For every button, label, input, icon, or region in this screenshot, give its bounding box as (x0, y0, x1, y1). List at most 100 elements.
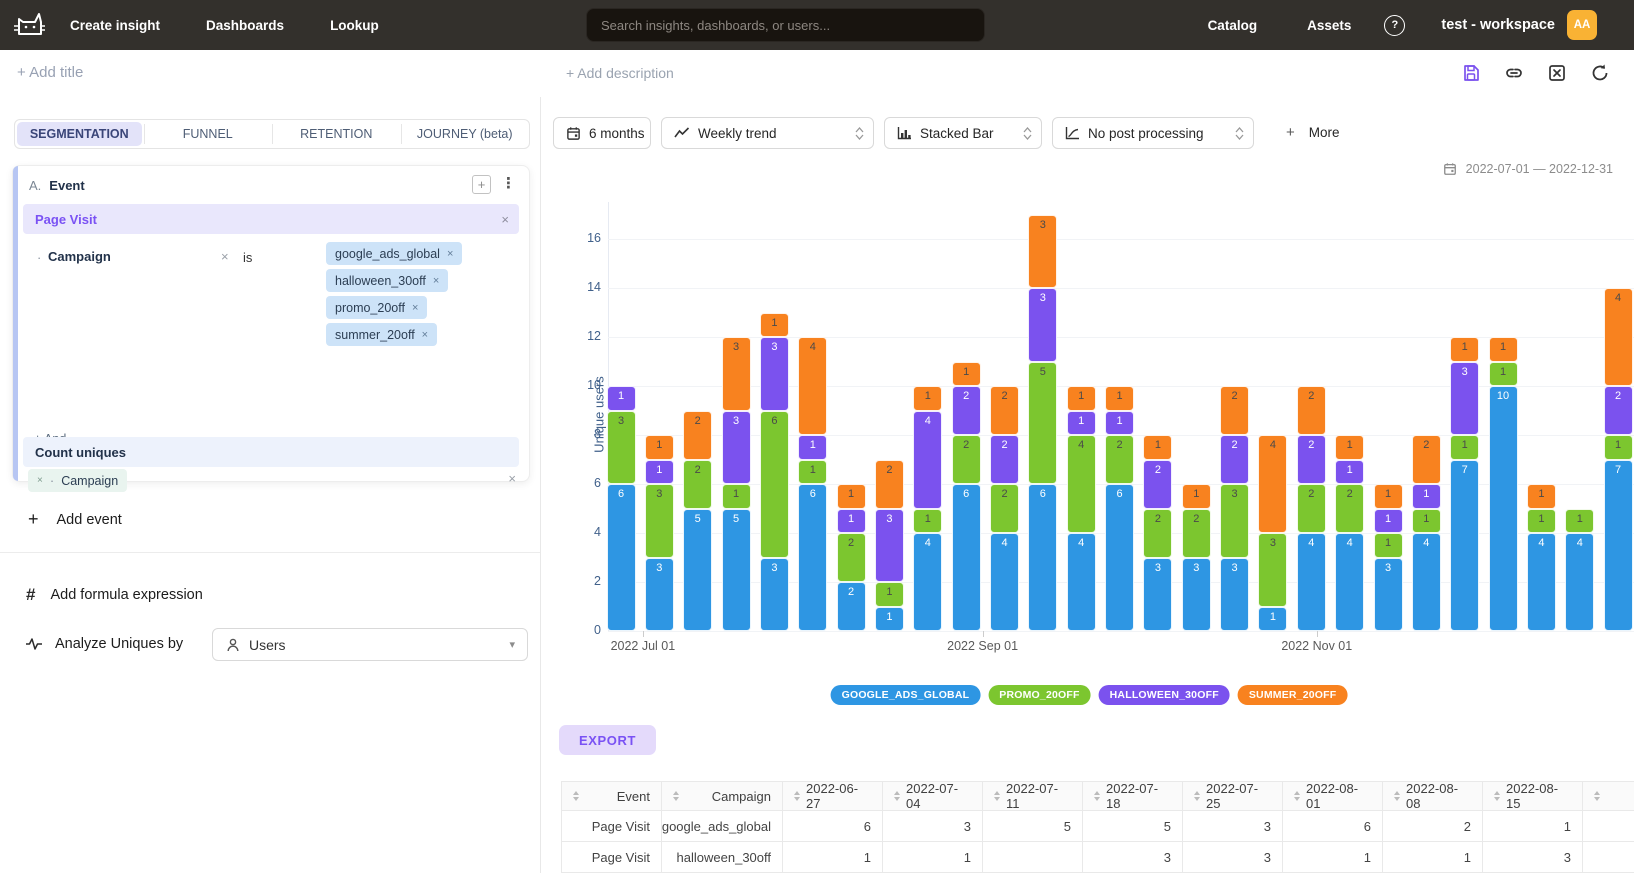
nav-link-catalog[interactable]: Catalog (1208, 18, 1258, 33)
app-logo-cat-icon[interactable] (12, 10, 46, 40)
help-icon[interactable]: ? (1384, 15, 1405, 36)
tab-retention[interactable]: RETENTION (274, 122, 399, 146)
avatar[interactable]: AA (1567, 10, 1597, 40)
bar-segment-promo_20off[interactable]: 2 (1143, 509, 1172, 558)
bar-segment-google_ads_global[interactable]: 4 (1335, 533, 1364, 631)
bar-segment-summer_20off[interactable]: 1 (1067, 386, 1096, 411)
table-header-cell[interactable]: 2022-07-18 (1083, 782, 1183, 811)
add-formula-button[interactable]: # Add formula expression (26, 585, 203, 605)
bar-segment-promo_20off[interactable]: 1 (798, 460, 827, 485)
analyze-by-select[interactable]: Users ▾ (212, 628, 528, 661)
bar-segment-summer_20off[interactable]: 1 (1143, 435, 1172, 460)
bar-segment-halloween_30off[interactable]: 2 (952, 386, 981, 435)
nav-link-create-insight[interactable]: Create insight (70, 18, 160, 33)
filter-value-chip[interactable]: summer_20off× (326, 323, 437, 346)
table-header-cell[interactable]: 2022-08-08 (1383, 782, 1483, 811)
filter-value-chip[interactable]: promo_20off× (326, 296, 427, 319)
table-header-cell[interactable]: Event (562, 782, 662, 811)
bar-segment-summer_20off[interactable]: 1 (837, 484, 866, 509)
nav-link-dashboards[interactable]: Dashboards (206, 18, 284, 33)
bar-segment-summer_20off[interactable]: 1 (913, 386, 942, 411)
bar-segment-promo_20off[interactable]: 1 (913, 509, 942, 534)
bar-segment-halloween_30off[interactable]: 1 (1105, 411, 1134, 436)
nav-link-lookup[interactable]: Lookup (330, 18, 379, 33)
bar-segment-promo_20off[interactable]: 2 (1335, 484, 1364, 533)
bar-segment-promo_20off[interactable]: 6 (760, 411, 789, 558)
event-selector[interactable]: Page Visit × (23, 204, 519, 234)
bar-segment-google_ads_global[interactable]: 4 (913, 533, 942, 631)
table-header-cell[interactable]: 2022-08-15 (1483, 782, 1583, 811)
bar-segment-google_ads_global[interactable]: 1 (875, 607, 904, 632)
bar-segment-summer_20off[interactable]: 4 (798, 337, 827, 435)
timeframe-button[interactable]: 6 months (553, 117, 651, 149)
bar-segment-google_ads_global[interactable]: 4 (1565, 533, 1594, 631)
bar-segment-promo_20off[interactable]: 2 (1105, 435, 1134, 484)
bar-segment-promo_20off[interactable]: 2 (683, 460, 712, 509)
trend-select[interactable]: Weekly trend (661, 117, 874, 149)
bar-segment-google_ads_global[interactable]: 3 (1374, 558, 1403, 632)
bar-segment-summer_20off[interactable]: 4 (1604, 288, 1633, 386)
bar-segment-halloween_30off[interactable]: 3 (1028, 288, 1057, 362)
remove-value-icon[interactable]: × (412, 302, 418, 314)
bar-segment-google_ads_global[interactable]: 4 (1297, 533, 1326, 631)
bar-segment-halloween_30off[interactable]: 1 (1067, 411, 1096, 436)
bar-segment-halloween_30off[interactable]: 4 (913, 411, 942, 509)
bar-segment-halloween_30off[interactable]: 3 (722, 411, 751, 485)
bar-segment-promo_20off[interactable]: 3 (607, 411, 636, 485)
clear-insight-icon[interactable] (1547, 63, 1567, 83)
filter-property[interactable]: Campaign (48, 249, 111, 264)
remove-value-icon[interactable]: × (433, 275, 439, 287)
bar-segment-halloween_30off[interactable]: 1 (607, 386, 636, 411)
bar-segment-summer_20off[interactable]: 1 (1489, 337, 1518, 362)
bar-segment-promo_20off[interactable]: 1 (1450, 435, 1479, 460)
bar-segment-google_ads_global[interactable]: 6 (607, 484, 636, 631)
bar-segment-summer_20off[interactable]: 1 (1527, 484, 1556, 509)
nav-link-assets[interactable]: Assets (1307, 18, 1351, 33)
tab-funnel[interactable]: FUNNEL (146, 122, 271, 146)
table-header-cell[interactable]: 2022-07-04 (883, 782, 983, 811)
metric-selector[interactable]: Count uniques (23, 437, 519, 467)
bar-segment-summer_20off[interactable]: 4 (1258, 435, 1287, 533)
bar-segment-summer_20off[interactable]: 2 (683, 411, 712, 460)
filter-value-chip[interactable]: halloween_30off× (326, 269, 448, 292)
legend-item-google_ads_global[interactable]: GOOGLE_ADS_GLOBAL (831, 685, 981, 705)
filter-value-chip[interactable]: google_ads_global× (326, 242, 462, 265)
bar-segment-summer_20off[interactable]: 2 (875, 460, 904, 509)
bar-segment-google_ads_global[interactable]: 3 (1182, 558, 1211, 632)
add-event-button[interactable]: + Add event (28, 509, 122, 530)
table-header-cell[interactable]: 202 (1583, 782, 1634, 811)
bar-segment-summer_20off[interactable]: 1 (1105, 386, 1134, 411)
remove-filter-icon[interactable]: × (221, 249, 229, 264)
bar-segment-halloween_30off[interactable]: 2 (1604, 386, 1633, 435)
legend-item-halloween_30off[interactable]: HALLOWEEN_30OFF (1099, 685, 1230, 705)
bar-segment-summer_20off[interactable]: 1 (952, 362, 981, 387)
bar-segment-halloween_30off[interactable]: 2 (990, 435, 1019, 484)
bar-segment-google_ads_global[interactable]: 5 (722, 509, 751, 632)
more-button[interactable]: + More (1286, 124, 1340, 141)
bar-segment-summer_20off[interactable]: 1 (1450, 337, 1479, 362)
bar-segment-promo_20off[interactable]: 2 (837, 533, 866, 582)
filter-operator[interactable]: is (243, 250, 252, 265)
bar-segment-halloween_30off[interactable]: 2 (1143, 460, 1172, 509)
breakdown-chip[interactable]: × · Campaign (28, 469, 127, 492)
bar-segment-promo_20off[interactable]: 1 (1565, 509, 1594, 534)
bar-segment-promo_20off[interactable]: 3 (645, 484, 674, 558)
remove-breakdown-icon[interactable]: × (37, 475, 43, 486)
tab-segmentation[interactable]: SEGMENTATION (17, 122, 142, 146)
legend-item-summer_20off[interactable]: SUMMER_20OFF (1238, 685, 1348, 705)
refresh-icon[interactable] (1590, 63, 1610, 83)
bar-segment-promo_20off[interactable]: 1 (1412, 509, 1441, 534)
bar-segment-halloween_30off[interactable]: 3 (875, 509, 904, 583)
bar-segment-summer_20off[interactable]: 3 (1028, 215, 1057, 289)
bar-segment-summer_20off[interactable]: 3 (722, 337, 751, 411)
bar-segment-summer_20off[interactable]: 2 (1220, 386, 1249, 435)
bar-segment-summer_20off[interactable]: 2 (1412, 435, 1441, 484)
legend-item-promo_20off[interactable]: PROMO_20OFF (988, 685, 1090, 705)
bar-segment-google_ads_global[interactable]: 6 (1105, 484, 1134, 631)
export-button[interactable]: EXPORT (559, 725, 656, 755)
remove-event-icon[interactable]: × (501, 212, 509, 227)
bar-segment-google_ads_global[interactable]: 4 (1412, 533, 1441, 631)
bar-segment-halloween_30off[interactable]: 2 (1297, 435, 1326, 484)
bar-segment-promo_20off[interactable]: 1 (875, 582, 904, 607)
bar-segment-halloween_30off[interactable]: 3 (1450, 362, 1479, 436)
